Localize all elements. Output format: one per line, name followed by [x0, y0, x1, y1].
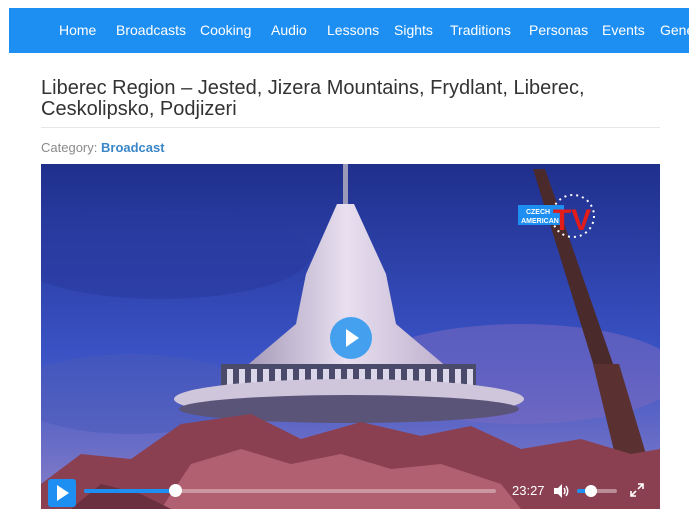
nav-item-sights[interactable]: Sights — [394, 22, 433, 38]
progress-bar[interactable] — [84, 484, 496, 497]
svg-text:CZECH: CZECH — [526, 209, 550, 216]
top-nav-bar: Home Broadcasts Cooking Audio Lessons Si… — [9, 8, 689, 53]
fullscreen-icon[interactable] — [629, 482, 645, 498]
czech-american-tv-logo: CZECH AMERICAN TV — [518, 194, 595, 238]
category-line: Category: Broadcast — [41, 140, 165, 155]
time-display: 23:27 — [512, 483, 545, 498]
nav-item-lessons[interactable]: Lessons — [327, 22, 379, 38]
nav-item-personas[interactable]: Personas — [529, 22, 588, 38]
svg-text:TV: TV — [553, 204, 591, 237]
page-title: Liberec Region – Jested, Jizera Mountain… — [41, 77, 585, 120]
nav-item-cooking[interactable]: Cooking — [200, 22, 251, 38]
category-label: Category: — [41, 140, 98, 155]
nav-item-home[interactable]: Home — [59, 22, 96, 38]
volume-handle[interactable] — [585, 485, 597, 497]
volume-icon[interactable] — [553, 483, 571, 499]
nav-item-events[interactable]: Events — [602, 22, 645, 38]
nav-item-broadcasts[interactable]: Broadcasts — [116, 22, 186, 38]
play-icon — [346, 329, 359, 347]
play-icon — [57, 485, 69, 501]
progress-fill — [84, 489, 175, 493]
nav-item-gene-truncated[interactable]: Gene — [660, 22, 689, 38]
big-play-button[interactable] — [330, 317, 372, 359]
video-player[interactable]: CZECH AMERICAN TV 23:27 — [41, 164, 660, 509]
player-controls: 23:27 — [41, 474, 660, 509]
progress-handle[interactable] — [168, 484, 182, 497]
nav-item-audio[interactable]: Audio — [271, 22, 307, 38]
control-play-button[interactable] — [48, 479, 76, 507]
title-divider — [41, 127, 660, 128]
volume-slider[interactable] — [577, 485, 617, 497]
category-link[interactable]: Broadcast — [101, 140, 165, 155]
nav-item-traditions[interactable]: Traditions — [450, 22, 511, 38]
